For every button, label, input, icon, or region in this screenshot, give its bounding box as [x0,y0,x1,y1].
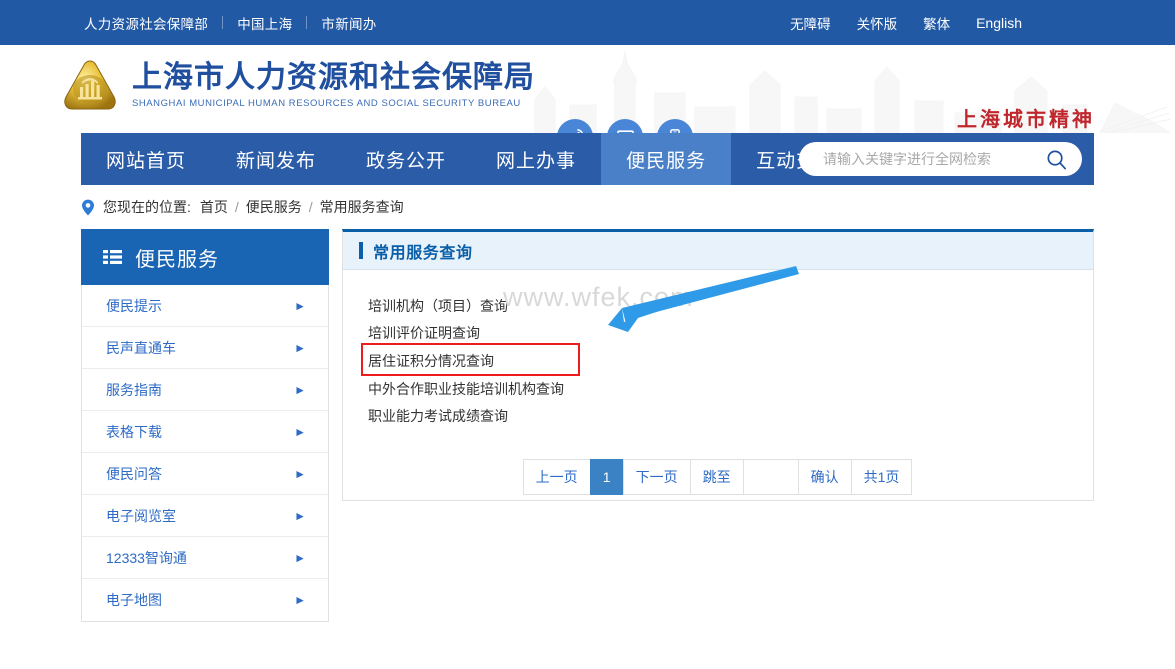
sidebar-item-e-reading-room[interactable]: 电子阅览室 ► [82,495,328,537]
breadcrumb-item-current: 常用服务查询 [319,199,404,215]
top-utility-bar: 人力资源社会保障部 中国上海 市新闻办 无障碍 关怀版 繁体 English [0,0,1175,45]
search-icon[interactable] [1045,148,1068,171]
pagination-jump-field[interactable] [742,459,799,495]
sidebar-item-label: 便民问答 [106,465,162,482]
pagination-jump-label[interactable]: 跳至 [689,459,744,495]
site-brand[interactable]: 上海市人力资源和社会保障局 SHANGHAI MUNICIPAL HUMAN R… [62,59,535,111]
sidebar-item-faq[interactable]: 便民问答 ► [82,453,328,495]
main-navigation: 网站首页 新闻发布 政务公开 网上办事 便民服务 互动交流 [81,133,1094,185]
weibo-button[interactable] [557,119,593,133]
city-spirit-slogan: 上海城市精神 海纳百川 追求卓越 开明睿智 大气谦和 [840,103,1095,133]
topbar-link-china-shanghai[interactable]: 中国上海 [223,13,306,33]
sidebar-item-form-download[interactable]: 表格下载 ► [82,411,328,453]
site-search[interactable] [799,142,1082,176]
topbar-link-accessibility[interactable]: 无障碍 [777,13,844,33]
nav-item-home[interactable]: 网站首页 [81,133,211,185]
service-link-training-institutions[interactable]: 培训机构（项目）查询 [368,296,508,316]
shanghai-hrss-emblem-icon [64,60,116,110]
sidebar-item-public-voice-express[interactable]: 民声直通车 ► [82,327,328,369]
triangle-right-icon: ► [294,382,306,397]
pagination-page-1[interactable]: 1 [589,459,624,495]
panel-accent-bar [359,242,363,259]
nav-item-government-affairs[interactable]: 政务公开 [341,133,471,185]
sidebar-item-e-map[interactable]: 电子地图 ► [82,579,328,621]
common-services-panel: 常用服务查询 培训机构（项目）查询 培训评价证明查询 居住证积分情况查询 中外合… [342,229,1094,501]
breadcrumb-label: 您现在的位置: [103,199,191,215]
topbar-right-links: 无障碍 关怀版 繁体 English [777,13,1165,33]
topbar-left-links: 人力资源社会保障部 中国上海 市新闻办 [0,13,391,33]
list-item: 培训评价证明查询 [368,319,1093,346]
topbar-link-english[interactable]: English [963,15,1035,31]
breadcrumb-separator: / [308,199,313,215]
topbar-link-mohrss[interactable]: 人力资源社会保障部 [70,13,222,33]
search-input[interactable] [821,150,1045,168]
sidebar-item-label: 民声直通车 [106,339,176,356]
pagination-next-button[interactable]: 下一页 [622,459,691,495]
breadcrumb-item-convenience-services[interactable]: 便民服务 [246,197,302,217]
list-item: 培训机构（项目）查询 [368,292,1093,319]
triangle-right-icon: ► [294,550,306,565]
social-links [557,119,693,133]
pagination-total-pages: 共1页 [850,459,913,495]
list-item: 职业能力考试成绩查询 [368,402,1093,429]
sidebar-item-convenience-tips[interactable]: 便民提示 ► [82,285,328,327]
sidebar-header: 便民服务 [81,229,329,285]
spirit-title: 上海城市精神 [957,107,1095,131]
mobile-site-button[interactable] [657,119,693,133]
nav-item-news[interactable]: 新闻发布 [211,133,341,185]
nav-item-convenience-services[interactable]: 便民服务 [601,133,732,185]
masthead: 上海市人力资源和社会保障局 SHANGHAI MUNICIPAL HUMAN R… [0,45,1175,133]
sidebar-item-service-guide[interactable]: 服务指南 ► [82,369,328,411]
panel-body: 培训机构（项目）查询 培训评价证明查询 居住证积分情况查询 中外合作职业技能培训… [343,270,1093,500]
sidebar-item-label: 电子阅览室 [106,507,176,524]
desktop-site-button[interactable] [607,119,643,133]
location-pin-icon [81,199,95,216]
sidebar-item-12333-hotline[interactable]: 12333智询通 ► [82,537,328,579]
service-link-training-evaluation-certificate[interactable]: 培训评价证明查询 [368,323,480,343]
triangle-right-icon: ► [294,593,306,607]
triangle-right-icon: ► [294,298,306,313]
service-link-list: 培训机构（项目）查询 培训评价证明查询 居住证积分情况查询 中外合作职业技能培训… [343,292,1093,429]
service-link-sino-foreign-training-institutions[interactable]: 中外合作职业技能培训机构查询 [368,379,564,399]
list-item-highlighted: 居住证积分情况查询 [361,343,1093,376]
content-columns: 便民服务 便民提示 ► 民声直通车 ► 服务指南 ► 表格下载 ► 便民问答 ► [81,229,1094,622]
nav-items: 网站首页 新闻发布 政务公开 网上办事 便民服务 互动交流 [81,133,861,185]
triangle-right-icon: ► [294,424,306,439]
list-menu-icon [103,249,122,265]
pagination-jump-input[interactable] [743,460,798,494]
sidebar-title: 便民服务 [135,248,219,271]
pagination-prev-button[interactable]: 上一页 [522,459,591,495]
page-title: 常用服务查询 [373,244,473,262]
list-item: 中外合作职业技能培训机构查询 [368,375,1093,402]
sidebar-item-label: 表格下载 [106,423,162,440]
sidebar-list: 便民提示 ► 民声直通车 ► 服务指南 ► 表格下载 ► 便民问答 ► 电子阅览… [81,285,329,622]
pagination: 上一页 1 下一页 跳至 确认 共1页 [343,459,1093,495]
panel-header: 常用服务查询 [343,232,1093,270]
sidebar-item-label: 服务指南 [106,381,162,398]
topbar-link-care-version[interactable]: 关怀版 [844,13,911,33]
sidebar-item-label: 便民提示 [106,297,162,314]
sidebar-item-label: 电子地图 [106,592,162,608]
brand-title-cn: 上海市人力资源和社会保障局 [132,59,535,95]
topbar-link-traditional[interactable]: 繁体 [910,13,963,33]
nav-item-online-services[interactable]: 网上办事 [471,133,601,185]
triangle-right-icon: ► [294,340,306,355]
sidebar: 便民服务 便民提示 ► 民声直通车 ► 服务指南 ► 表格下载 ► 便民问答 ► [81,229,329,622]
sidebar-item-label: 12333智询通 [106,549,187,566]
brand-title-en: SHANGHAI MUNICIPAL HUMAN RESOURCES AND S… [132,98,521,110]
service-link-residence-permit-points[interactable]: 居住证积分情况查询 [368,351,494,371]
triangle-right-icon: ► [294,466,306,481]
triangle-right-icon: ► [294,508,306,523]
pagination-confirm-button[interactable]: 确认 [797,459,852,495]
breadcrumb: 您现在的位置: 首页 / 便民服务 / 常用服务查询 [81,185,1094,229]
breadcrumb-item-home[interactable]: 首页 [200,197,228,217]
breadcrumb-separator: / [234,199,239,215]
topbar-link-press-office[interactable]: 市新闻办 [307,13,390,33]
service-link-vocational-exam-results[interactable]: 职业能力考试成绩查询 [368,406,508,426]
